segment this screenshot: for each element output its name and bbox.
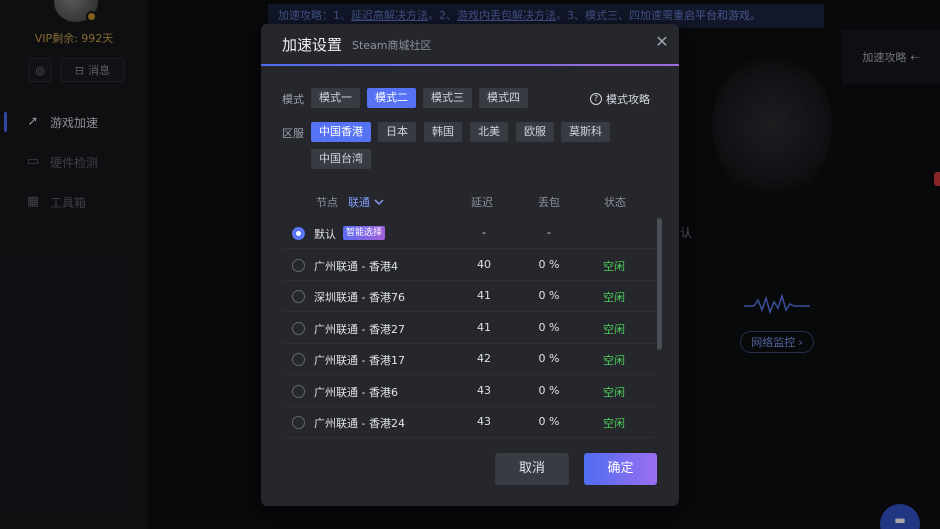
node-status: 空闲	[603, 291, 625, 304]
node-latency: 41	[477, 289, 491, 302]
dialog-subtitle: Steam商城社区	[352, 39, 432, 52]
cancel-button[interactable]: 取消	[495, 453, 569, 485]
node-latency: 40	[477, 258, 491, 271]
region-option-korea[interactable]: 韩国	[424, 122, 462, 142]
node-latency: 43	[477, 415, 491, 428]
node-name: 广州联通 - 香港4	[314, 260, 398, 273]
node-row[interactable]: 广州联通 - 香港17 42 0 % 空闲	[283, 344, 655, 375]
chevron-down-icon	[374, 198, 384, 205]
column-latency: 延迟	[471, 196, 493, 209]
node-radio[interactable]	[292, 385, 305, 398]
dialog-header: 加速设置 Steam商城社区 ✕	[261, 24, 679, 64]
node-name: 广州联通 - 香港24	[314, 417, 405, 430]
node-row[interactable]: 广州联通 - 香港4 40 0 % 空闲	[283, 250, 655, 281]
node-name: 默认	[314, 228, 336, 241]
smart-select-badge: 智能选择	[343, 226, 386, 240]
region-option-north-america[interactable]: 北美	[470, 122, 508, 142]
isp-dropdown[interactable]: 联通	[348, 194, 384, 210]
mode-guide-link[interactable]: ? 模式攻略	[590, 91, 650, 107]
node-loss: 0 %	[538, 258, 560, 271]
node-name: 广州联通 - 香港17	[314, 354, 405, 367]
node-latency: -	[482, 226, 486, 239]
column-node: 节点	[316, 196, 338, 209]
node-loss: 0 %	[538, 352, 560, 365]
node-name: 广州联通 - 香港27	[314, 323, 405, 336]
node-name: 深圳联通 - 香港76	[314, 291, 405, 304]
region-option-europe[interactable]: 欧服	[516, 122, 554, 142]
node-radio[interactable]	[292, 353, 305, 366]
boost-settings-dialog: 加速设置 Steam商城社区 ✕ 模式 模式一 模式二 模式三 模式四 ? 模式…	[261, 24, 679, 506]
node-row[interactable]: 默认 智能选择 - -	[283, 218, 655, 249]
region-option-taiwan[interactable]: 中国台湾	[311, 149, 371, 169]
node-status: 空闲	[603, 260, 625, 273]
node-radio[interactable]	[292, 322, 305, 335]
node-row[interactable]: 广州联通 - 香港27 41 0 % 空闲	[283, 313, 655, 344]
isp-dropdown-label: 联通	[348, 196, 370, 209]
column-status: 状态	[604, 196, 626, 209]
column-loss: 丢包	[538, 196, 560, 209]
node-radio[interactable]	[292, 227, 305, 240]
node-radio[interactable]	[292, 416, 305, 429]
help-icon: ?	[590, 93, 602, 105]
confirm-button[interactable]: 确定	[584, 453, 657, 485]
mode-label: 模式	[282, 93, 304, 106]
node-loss: 0 %	[538, 321, 560, 334]
node-loss: 0 %	[538, 415, 560, 428]
mode-option-2[interactable]: 模式二	[367, 88, 416, 108]
node-status: 空闲	[603, 386, 625, 399]
node-row[interactable]: 广州联通 - 香港24 43 0 % 空闲	[283, 407, 655, 438]
node-latency: 43	[477, 384, 491, 397]
node-status: 空闲	[603, 323, 625, 336]
node-status: 空闲	[603, 417, 625, 430]
mode-option-1[interactable]: 模式一	[311, 88, 360, 108]
close-icon[interactable]: ✕	[654, 34, 670, 50]
node-radio[interactable]	[292, 290, 305, 303]
region-option-moscow[interactable]: 莫斯科	[561, 122, 610, 142]
node-latency: 42	[477, 352, 491, 365]
mode-guide-label: 模式攻略	[606, 93, 650, 106]
node-latency: 41	[477, 321, 491, 334]
region-option-japan[interactable]: 日本	[378, 122, 416, 142]
node-row[interactable]: 广州联通 - 香港6 43 0 % 空闲	[283, 376, 655, 407]
node-loss: 0 %	[538, 384, 560, 397]
node-list: 默认 智能选择 - - 广州联通 - 香港4 40 0 % 空闲 深圳联通 - …	[283, 218, 655, 438]
node-row[interactable]: 深圳联通 - 香港76 41 0 % 空闲	[283, 281, 655, 312]
node-status: 空闲	[603, 354, 625, 367]
node-name: 广州联通 - 香港6	[314, 386, 398, 399]
dialog-title: 加速设置	[282, 36, 343, 54]
node-loss: -	[547, 226, 551, 239]
node-radio[interactable]	[292, 259, 305, 272]
region-label: 区服	[282, 127, 304, 140]
header-divider	[261, 64, 679, 66]
mode-option-3[interactable]: 模式三	[423, 88, 472, 108]
mode-option-4[interactable]: 模式四	[479, 88, 528, 108]
region-option-hongkong[interactable]: 中国香港	[311, 122, 371, 142]
node-list-scrollbar[interactable]	[657, 218, 662, 350]
node-loss: 0 %	[538, 289, 560, 302]
